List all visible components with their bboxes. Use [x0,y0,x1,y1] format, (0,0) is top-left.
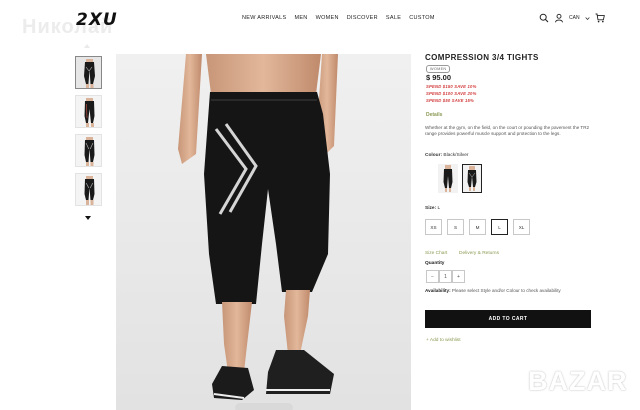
colour-value: Black/Silver [443,153,469,158]
colour-label-title: Colour: [425,153,443,158]
brand-logo[interactable]: 2XU [76,10,118,30]
header-actions: CAN [539,13,605,23]
thumbnails-down-arrow-icon[interactable] [85,216,91,220]
quantity-stepper: − 1 + [426,270,465,283]
site-header: Николай 2XU NEW ARRIVALS MEN WOMEN DISCO… [0,0,640,38]
product-price: $ 95.00 [426,73,452,82]
size-option-m[interactable]: M [469,219,486,235]
search-icon[interactable] [539,13,549,23]
size-label-title: Size: [425,206,437,211]
tights-model-image [116,54,411,410]
tights-detail-thumb-image [84,176,95,205]
tights-back-thumb-image [84,137,95,166]
product-main-image[interactable] [116,54,411,410]
chevron-down-icon[interactable] [584,16,590,21]
quantity-input[interactable]: 1 [439,270,452,283]
swatch-image [467,166,477,191]
size-option-xs[interactable]: XS [425,219,442,235]
quantity-decrease-button[interactable]: − [426,270,439,283]
promo-line: SPEND $50 SAVE 15% [426,98,474,103]
promo-line: SPEND $100 SAVE 20% [426,91,477,96]
thumbnail-side[interactable] [75,95,102,128]
thumbnail-front[interactable] [75,56,102,89]
user-icon[interactable] [554,13,564,23]
size-option-s[interactable]: S [447,219,464,235]
size-label: Size: L [425,206,440,211]
cart-icon[interactable] [595,13,605,23]
nav-men[interactable]: MEN [294,15,307,21]
thumbnail-detail[interactable] [75,173,102,206]
colour-swatch[interactable] [438,164,458,193]
product-title: COMPRESSION 3/4 TIGHTS [425,53,539,62]
currency-selector[interactable]: CAN [569,15,580,21]
size-options: XS S M L XL [425,219,530,235]
colour-swatch-selected[interactable] [462,164,482,193]
main-nav: NEW ARRIVALS MEN WOMEN DISCOVER SALE CUS… [242,15,435,21]
details-tab[interactable]: Details [426,112,442,118]
promo-line: SPEND $150 SAVE 10% [426,84,477,89]
product-description: Whether at the gym, on the field, on the… [425,125,590,137]
nav-sale[interactable]: SALE [386,15,401,21]
size-option-xl[interactable]: XL [513,219,530,235]
wishlist-label: Add to wishlist [429,338,461,343]
quantity-label: Quantity [425,261,445,266]
category-badge: WOMEN [426,65,451,73]
availability-text: Please select Style and/or Colour to che… [451,288,561,293]
size-value: L [437,206,441,211]
nav-custom[interactable]: CUSTOM [409,15,435,21]
thumbnails-up-arrow-icon[interactable] [84,44,90,48]
add-to-wishlist-link[interactable]: + Add to wishlist [426,338,461,343]
nav-new-arrivals[interactable]: NEW ARRIVALS [242,15,286,21]
delivery-returns-link[interactable]: Delivery & Returns [459,251,499,256]
size-chart-link[interactable]: Size Chart [425,251,447,256]
nav-discover[interactable]: DISCOVER [347,15,378,21]
add-to-cart-button[interactable]: ADD TO CART [425,310,591,328]
colour-label: Colour: Black/Silver [425,153,468,158]
quantity-increase-button[interactable]: + [452,270,465,283]
availability-label: Availability: [425,288,451,293]
tights-front-thumb-image [84,59,95,88]
size-option-l[interactable]: L [491,219,508,235]
swatch-image [443,165,453,192]
availability-info: Availability: Please select Style and/or… [425,288,590,294]
thumbnail-back[interactable] [75,134,102,167]
nav-women[interactable]: WOMEN [316,15,339,21]
watermark-logo: BAZAR [528,366,628,396]
tights-side-thumb-image [84,98,95,127]
image-zoom-tab[interactable] [235,403,293,410]
